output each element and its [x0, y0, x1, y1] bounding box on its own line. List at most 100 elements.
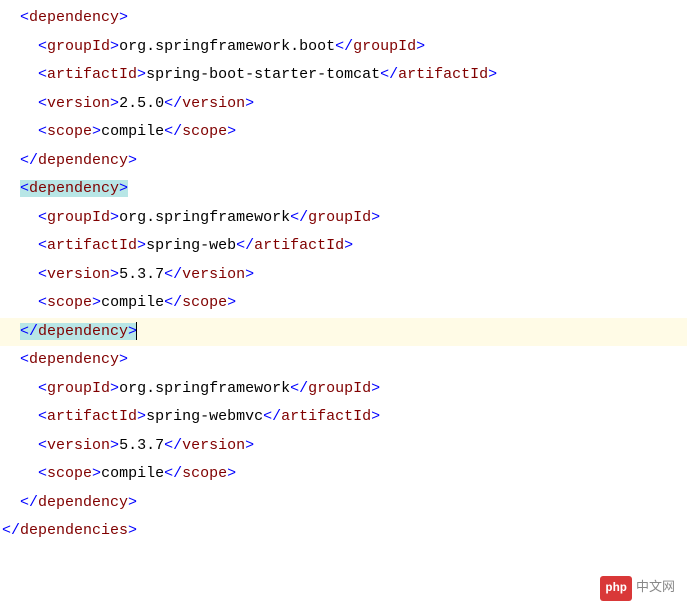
- xml-bracket: <: [20, 9, 29, 26]
- xml-bracket: <: [38, 266, 47, 283]
- code-line: </dependencies>: [0, 517, 687, 546]
- xml-bracket: <: [38, 209, 47, 226]
- xml-bracket: >: [371, 380, 380, 397]
- xml-tag: scope: [47, 294, 92, 311]
- xml-text: 2.5.0: [119, 95, 164, 112]
- xml-bracket: </: [20, 152, 38, 169]
- xml-tag: groupId: [47, 38, 110, 55]
- xml-tag: dependency: [29, 180, 119, 197]
- xml-bracket: >: [137, 408, 146, 425]
- code-line: <dependency>: [0, 346, 687, 375]
- code-line: </dependency>: [0, 489, 687, 518]
- xml-bracket: >: [245, 437, 254, 454]
- xml-bracket: </: [335, 38, 353, 55]
- watermark-logo: php: [600, 576, 632, 601]
- xml-text: spring-boot-starter-tomcat: [146, 66, 380, 83]
- code-line: <scope>compile</scope>: [0, 289, 687, 318]
- xml-bracket: </: [263, 408, 281, 425]
- code-line: <scope>compile</scope>: [0, 460, 687, 489]
- xml-bracket: >: [110, 38, 119, 55]
- xml-bracket: <: [38, 465, 47, 482]
- xml-bracket: >: [110, 380, 119, 397]
- xml-bracket: >: [92, 294, 101, 311]
- code-line: <groupId>org.springframework.boot</group…: [0, 33, 687, 62]
- xml-bracket: >: [110, 437, 119, 454]
- current-line: </dependency>: [0, 318, 687, 347]
- xml-tag: dependencies: [20, 522, 128, 539]
- xml-bracket: >: [227, 123, 236, 140]
- xml-tag: version: [182, 437, 245, 454]
- xml-text: compile: [101, 294, 164, 311]
- xml-bracket: >: [92, 123, 101, 140]
- watermark-text: 中文网: [636, 576, 675, 601]
- xml-bracket: >: [227, 294, 236, 311]
- xml-bracket: <: [38, 66, 47, 83]
- highlighted-open-tag: <dependency>: [20, 180, 128, 197]
- code-line: <dependency>: [0, 175, 687, 204]
- code-line: </dependency>: [0, 147, 687, 176]
- xml-bracket: <: [38, 123, 47, 140]
- xml-text: spring-webmvc: [146, 408, 263, 425]
- xml-bracket: <: [20, 351, 29, 368]
- xml-bracket: >: [92, 465, 101, 482]
- xml-bracket: >: [128, 494, 137, 511]
- xml-text: spring-web: [146, 237, 236, 254]
- xml-tag: version: [47, 266, 110, 283]
- xml-tag: groupId: [47, 380, 110, 397]
- xml-bracket: </: [164, 294, 182, 311]
- xml-bracket: </: [164, 123, 182, 140]
- xml-bracket: >: [137, 66, 146, 83]
- xml-tag: groupId: [308, 209, 371, 226]
- xml-tag: artifactId: [281, 408, 371, 425]
- xml-bracket: >: [128, 152, 137, 169]
- xml-text: 5.3.7: [119, 437, 164, 454]
- xml-tag: dependency: [38, 323, 128, 340]
- xml-bracket: <: [38, 38, 47, 55]
- xml-bracket: <: [38, 408, 47, 425]
- xml-bracket: >: [110, 209, 119, 226]
- xml-bracket: >: [128, 522, 137, 539]
- xml-tag: groupId: [308, 380, 371, 397]
- xml-bracket: >: [344, 237, 353, 254]
- xml-bracket: >: [119, 351, 128, 368]
- xml-text: compile: [101, 123, 164, 140]
- xml-bracket: </: [20, 323, 38, 340]
- code-line: <groupId>org.springframework</groupId>: [0, 375, 687, 404]
- xml-bracket: >: [245, 266, 254, 283]
- xml-bracket: </: [290, 380, 308, 397]
- xml-tag: groupId: [353, 38, 416, 55]
- xml-bracket: >: [245, 95, 254, 112]
- text-cursor: [136, 322, 137, 340]
- xml-tag: scope: [182, 465, 227, 482]
- xml-text: compile: [101, 465, 164, 482]
- xml-bracket: >: [137, 237, 146, 254]
- xml-bracket: </: [164, 266, 182, 283]
- xml-bracket: >: [488, 66, 497, 83]
- xml-text: org.springframework: [119, 380, 290, 397]
- code-line: <version>5.3.7</version>: [0, 432, 687, 461]
- xml-tag: artifactId: [47, 408, 137, 425]
- xml-bracket: >: [371, 209, 380, 226]
- xml-tag: version: [47, 95, 110, 112]
- xml-bracket: </: [20, 494, 38, 511]
- xml-text: 5.3.7: [119, 266, 164, 283]
- xml-bracket: </: [236, 237, 254, 254]
- xml-bracket: </: [164, 437, 182, 454]
- xml-bracket: >: [371, 408, 380, 425]
- code-line: <dependency>: [0, 4, 687, 33]
- xml-tag: artifactId: [47, 237, 137, 254]
- xml-tag: version: [47, 437, 110, 454]
- xml-bracket: <: [38, 95, 47, 112]
- xml-tag: artifactId: [398, 66, 488, 83]
- highlighted-close-tag: </dependency>: [20, 323, 137, 340]
- xml-bracket: >: [110, 95, 119, 112]
- code-line: <version>5.3.7</version>: [0, 261, 687, 290]
- xml-tag: dependency: [38, 152, 128, 169]
- xml-tag: scope: [47, 123, 92, 140]
- code-editor-view: <dependency> <groupId>org.springframewor…: [0, 4, 687, 607]
- xml-text: org.springframework: [119, 209, 290, 226]
- xml-tag: scope: [47, 465, 92, 482]
- xml-tag: groupId: [47, 209, 110, 226]
- xml-tag: artifactId: [47, 66, 137, 83]
- xml-bracket: >: [416, 38, 425, 55]
